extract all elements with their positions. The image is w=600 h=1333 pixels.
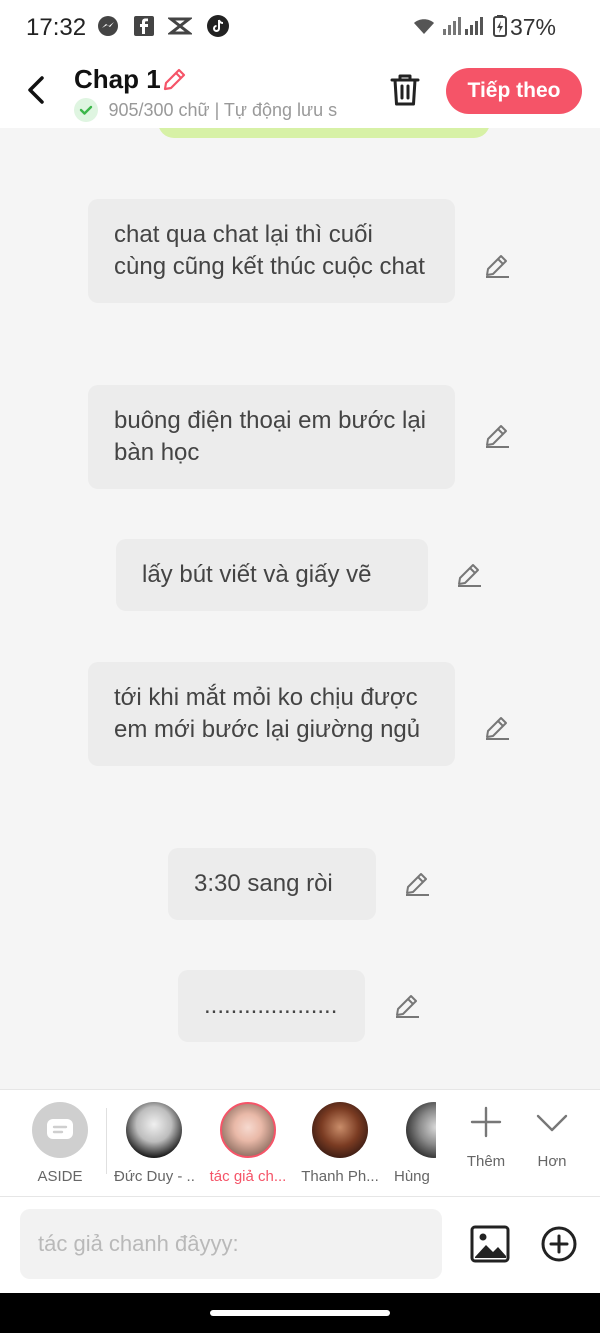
- pencil-icon[interactable]: [402, 868, 432, 898]
- message-list: chat qua chat lại thì cuối cùng cũng kết…: [0, 128, 600, 1089]
- message-bubble[interactable]: ....................: [178, 970, 365, 1042]
- wifi-icon: [414, 19, 434, 34]
- add-circle-icon[interactable]: [540, 1225, 578, 1263]
- avatar: [220, 1102, 276, 1158]
- add-label: Thêm: [466, 1153, 506, 1170]
- pencil-icon[interactable]: [482, 250, 512, 280]
- message-bubble[interactable]: lấy bút viết và giấy vẽ: [116, 539, 428, 611]
- aside-avatar: [32, 1102, 88, 1158]
- character-thanh-ph[interactable]: Thanh Ph...: [300, 1102, 380, 1185]
- character-tac-gia[interactable]: tác giả ch...: [208, 1102, 288, 1185]
- character-label: Đức Duy - ...: [114, 1168, 194, 1185]
- save-status: 905/300 chữ | Tự động lưu s: [74, 98, 364, 124]
- message-bubble[interactable]: 3:30 sang ròi: [168, 848, 376, 920]
- facebook-icon: [134, 16, 154, 36]
- battery-percent: 37%: [509, 14, 556, 40]
- signal-icon: [443, 17, 461, 35]
- check-icon: [74, 98, 98, 122]
- character-label: Hùng: [394, 1168, 430, 1185]
- editor-header: Chap 1 905/300 chữ | Tự động lưu s Tiếp …: [0, 54, 600, 128]
- status-time: 17:32: [26, 14, 87, 41]
- back-button[interactable]: [20, 68, 54, 112]
- pencil-icon[interactable]: [482, 712, 512, 742]
- avatar: [126, 1102, 182, 1158]
- pencil-icon[interactable]: [160, 64, 190, 94]
- character-label: Thanh Ph...: [301, 1168, 379, 1185]
- chat-bubble-icon: [47, 1119, 73, 1139]
- status-bar: 17:32 37%: [0, 0, 600, 54]
- collapse-label: Hơn: [537, 1153, 567, 1170]
- home-indicator[interactable]: [210, 1310, 390, 1316]
- avatar: [312, 1102, 368, 1158]
- pencil-icon[interactable]: [482, 420, 512, 450]
- divider: [106, 1108, 107, 1174]
- navigation-bar: [0, 1293, 600, 1333]
- composer: [0, 1197, 600, 1293]
- pencil-icon[interactable]: [454, 559, 484, 589]
- pencil-icon[interactable]: [392, 990, 422, 1020]
- character-selector: ASIDE Đức Duy - ... tác giả ch... Thanh …: [0, 1089, 600, 1197]
- chevron-down-icon: [536, 1114, 568, 1132]
- message-input[interactable]: [20, 1209, 442, 1279]
- trash-icon[interactable]: [388, 72, 422, 108]
- message-bubble-partial: [158, 128, 490, 138]
- messenger-icon: [98, 16, 118, 36]
- tiktok-icon: [207, 15, 229, 37]
- message-bubble[interactable]: buông điện thoại em bước lại bàn học: [88, 385, 455, 489]
- collapse-button[interactable]: Hơn: [522, 1102, 582, 1170]
- word-count-status: 905/300 chữ | Tự động lưu s: [108, 99, 338, 120]
- next-button[interactable]: Tiếp theo: [446, 68, 582, 114]
- add-character-button[interactable]: Thêm: [456, 1102, 516, 1170]
- chapter-title: Chap 1: [74, 64, 161, 94]
- character-aside[interactable]: ASIDE: [20, 1102, 100, 1185]
- battery-icon: [493, 15, 507, 37]
- plus-icon: [470, 1106, 502, 1138]
- avatar: [406, 1102, 436, 1158]
- character-label: tác giả ch...: [209, 1168, 287, 1185]
- message-bubble[interactable]: chat qua chat lại thì cuối cùng cũng kết…: [88, 199, 455, 303]
- character-duc-duy[interactable]: Đức Duy - ...: [114, 1102, 194, 1185]
- character-label: ASIDE: [37, 1168, 83, 1185]
- signal-icon: [465, 17, 483, 35]
- capcut-icon: [168, 17, 192, 35]
- message-bubble[interactable]: tới khi mắt mỏi ko chịu được em mới bước…: [88, 662, 455, 766]
- image-icon[interactable]: [470, 1225, 510, 1263]
- character-hung[interactable]: Hùng: [392, 1102, 436, 1185]
